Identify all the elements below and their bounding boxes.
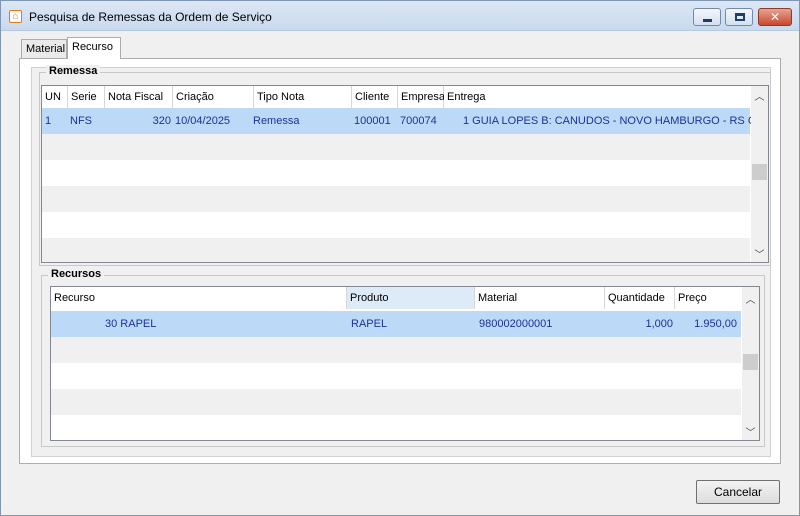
scroll-down-icon[interactable]: ﹀ (751, 246, 768, 261)
cancel-button[interactable]: Cancelar (696, 480, 780, 504)
scroll-thumb[interactable] (743, 354, 758, 370)
remessa-scrollbar[interactable]: ︿ ﹀ (751, 86, 768, 262)
cell-entrega: 1 GUIA LOPES B: CANUDOS - NOVO HAMBURGO … (463, 115, 769, 127)
empty-row (51, 337, 741, 363)
cell-cliente: 100001 (354, 115, 391, 127)
minimize-button[interactable] (693, 8, 721, 26)
empty-row (42, 134, 750, 160)
column-header-cliente[interactable]: Cliente (352, 86, 398, 108)
recursos-grid[interactable]: Recurso Produto Material Quantidade Preç… (50, 286, 760, 441)
column-header-empresa[interactable]: Empresa (398, 86, 445, 108)
cell-serie: NFS (70, 115, 92, 127)
column-header-serie[interactable]: Serie (68, 86, 105, 108)
minimize-icon (703, 19, 712, 22)
column-header-material[interactable]: Material (475, 287, 605, 309)
empty-row (42, 238, 750, 262)
column-header-un[interactable]: UN (42, 86, 68, 108)
cell-quantidade: 1,000 (645, 318, 673, 330)
scroll-down-icon[interactable]: ﹀ (742, 424, 759, 439)
scroll-up-icon[interactable]: ︿ (751, 88, 768, 103)
window-title: Pesquisa de Remessas da Ordem de Serviço (29, 10, 272, 24)
column-header-tipo-nota[interactable]: Tipo Nota (254, 86, 352, 108)
tab-recurso[interactable]: Recurso (67, 37, 121, 59)
app-icon: ⌂ (9, 10, 22, 23)
title-bar: ⌂ Pesquisa de Remessas da Ordem de Servi… (1, 1, 799, 31)
cell-criacao: 10/04/2025 (175, 115, 231, 127)
column-header-recurso[interactable]: Recurso (51, 287, 347, 309)
cell-empresa: 700074 (400, 115, 437, 127)
column-header-criacao[interactable]: Criação (173, 86, 254, 108)
close-icon: ✕ (769, 10, 781, 24)
close-button[interactable]: ✕ (758, 8, 792, 26)
column-header-nota-fiscal[interactable]: Nota Fiscal (105, 86, 173, 108)
empty-row (42, 186, 750, 212)
maximize-button[interactable] (725, 8, 753, 26)
cell-un: 1 (45, 115, 52, 127)
column-header-quantidade[interactable]: Quantidade (605, 287, 675, 309)
remessa-group-label: Remessa (46, 65, 101, 77)
scroll-thumb[interactable] (752, 164, 767, 180)
cell-material: 980002000001 (479, 318, 553, 330)
maximize-icon (735, 13, 745, 21)
remessa-grid[interactable]: UN Serie Nota Fiscal Criação Tipo Nota C… (41, 85, 769, 263)
cell-nota-fiscal: 320 (152, 115, 171, 127)
cell-recurso: 30 RAPEL (105, 318, 157, 330)
table-row[interactable]: 1 NFS 320 10/04/2025 Remessa 100001 7000… (42, 108, 768, 134)
recursos-group-label: Recursos (48, 268, 105, 280)
cell-preco: 1.950,00 (694, 318, 737, 330)
cell-produto: RAPEL (351, 318, 388, 330)
column-header-preco[interactable]: Preço (675, 287, 741, 309)
cell-tipo-nota: Remessa (253, 115, 300, 127)
column-header-produto[interactable]: Produto (347, 287, 475, 309)
scroll-up-icon[interactable]: ︿ (742, 291, 759, 306)
column-header-entrega[interactable]: Entrega (444, 86, 750, 108)
table-row[interactable]: 30 RAPEL RAPEL 980002000001 1,000 1.950,… (51, 311, 741, 337)
dialog-window: ⌂ Pesquisa de Remessas da Ordem de Servi… (0, 0, 800, 516)
recursos-scrollbar[interactable]: ︿ ﹀ (742, 287, 759, 440)
empty-row (51, 389, 741, 415)
tab-material[interactable]: Material (21, 39, 67, 59)
